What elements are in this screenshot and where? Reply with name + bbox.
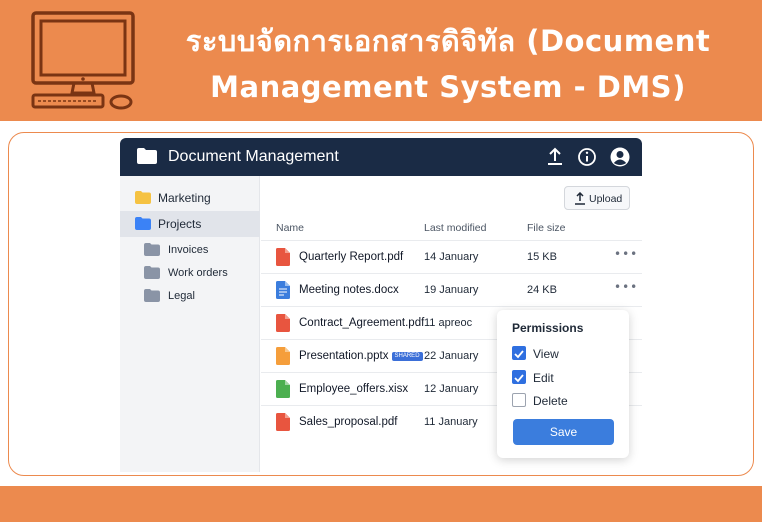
shared-badge: SHARED <box>391 352 423 361</box>
folder-icon <box>137 148 157 164</box>
user-account-icon[interactable] <box>609 146 631 168</box>
permissions-title: Permissions <box>512 321 584 335</box>
checkbox-checked-icon[interactable] <box>512 346 526 360</box>
permission-edit-checkbox[interactable]: Edit <box>512 369 622 387</box>
folder-sidebar: Marketing Projects Invoices Work orders … <box>120 176 260 472</box>
upload-icon <box>575 192 585 205</box>
app-titlebar: Document Management <box>120 138 642 176</box>
table-row[interactable]: Meeting notes.docx 19 January 24 KB ••• <box>261 273 642 306</box>
upload-button[interactable]: Upload <box>564 186 630 210</box>
checkbox-unchecked-icon[interactable] <box>512 393 526 407</box>
upload-icon[interactable] <box>544 146 566 168</box>
docx-file-icon <box>276 281 290 299</box>
folder-icon <box>135 191 151 204</box>
app-title: Document Management <box>168 148 339 165</box>
permissions-popover: Permissions View Edit Delete Save <box>497 310 629 458</box>
info-icon[interactable] <box>576 146 598 168</box>
column-header-name[interactable]: Name <box>276 221 304 235</box>
folder-icon <box>144 266 160 279</box>
pptx-file-icon <box>276 347 290 365</box>
xlsx-file-icon <box>276 380 290 398</box>
top-banner: ระบบจัดการเอกสารดิจิทัล (Document Manage… <box>0 0 762 121</box>
banner-title: ระบบจัดการเอกสารดิจิทัล (Document Manage… <box>185 24 711 104</box>
folder-icon <box>135 217 151 230</box>
table-row[interactable]: Quarterly Report.pdf 14 January 15 KB ••… <box>261 240 642 273</box>
pdf-file-icon <box>276 413 290 431</box>
column-header-last-modified[interactable]: Last modified <box>424 221 486 235</box>
sidebar-item-legal[interactable]: Legal <box>120 283 260 309</box>
sidebar-item-marketing[interactable]: Marketing <box>120 185 260 211</box>
folder-icon <box>144 243 160 256</box>
bottom-banner <box>0 486 762 522</box>
checkbox-checked-icon[interactable] <box>512 370 526 384</box>
permission-delete-checkbox[interactable]: Delete <box>512 392 622 410</box>
save-button[interactable]: Save <box>513 419 614 445</box>
pdf-file-icon <box>276 314 290 332</box>
computer-monitor-icon <box>31 11 135 110</box>
sidebar-item-projects[interactable]: Projects <box>120 211 260 237</box>
more-options-icon[interactable]: ••• <box>614 247 638 262</box>
permission-view-checkbox[interactable]: View <box>512 345 622 363</box>
pdf-file-icon <box>276 248 290 266</box>
more-options-icon[interactable]: ••• <box>614 280 638 295</box>
folder-icon <box>144 289 160 302</box>
column-header-file-size[interactable]: File size <box>527 221 566 235</box>
